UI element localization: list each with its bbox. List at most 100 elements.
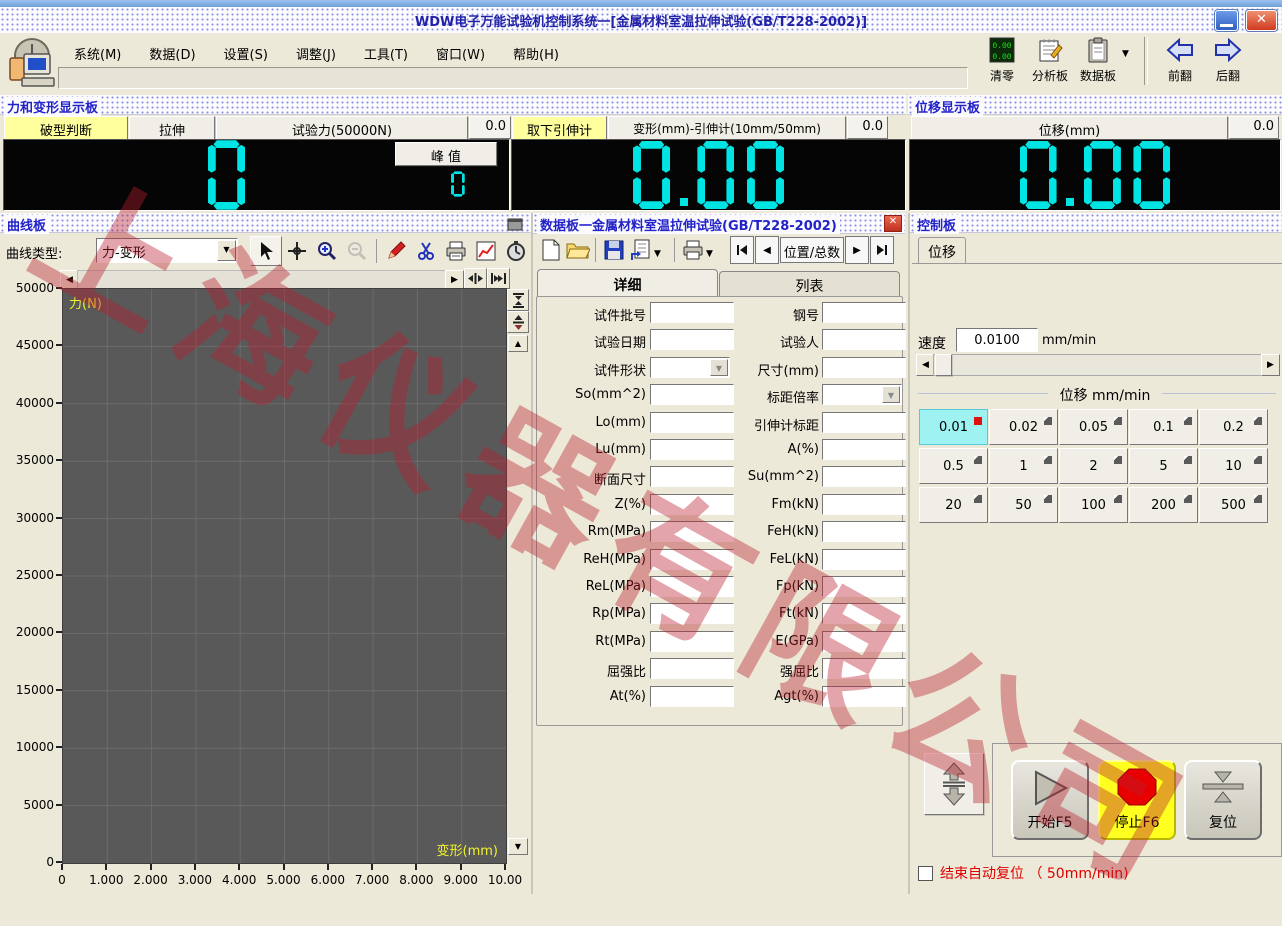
- chart-scroll-right-icon[interactable]: ▶: [445, 270, 464, 289]
- nav-next-icon[interactable]: ▶: [845, 236, 869, 264]
- menu-item-0[interactable]: 系统(M): [60, 41, 135, 63]
- speed-slider-track[interactable]: [933, 354, 1263, 376]
- toolbar-button-2[interactable]: 数据板: [1074, 35, 1122, 84]
- speed-button-5[interactable]: 5: [1129, 448, 1198, 484]
- tab-list[interactable]: 列表: [719, 271, 900, 296]
- zoom-out-icon[interactable]: [342, 237, 372, 265]
- chevron-down-icon[interactable]: ▼: [217, 240, 236, 261]
- reset-button[interactable]: 复位: [1184, 760, 1262, 840]
- menu-item-4[interactable]: 工具(T): [350, 41, 422, 63]
- x-tick-mark: [238, 864, 241, 870]
- field-input-Fp(kN)[interactable]: [822, 576, 906, 597]
- toolbar-dropdown-icon[interactable]: ▼: [1122, 35, 1138, 59]
- new-file-icon[interactable]: [537, 237, 564, 263]
- chart-scroll-up-icon[interactable]: ▲: [508, 335, 528, 352]
- speed-button-100[interactable]: 100: [1059, 487, 1128, 523]
- x-tick-label: 0: [58, 873, 66, 887]
- field-input-试验人[interactable]: [822, 329, 906, 351]
- x-tick-mark: [459, 864, 462, 870]
- tensile-mode-button[interactable]: 拉伸: [129, 116, 215, 141]
- field-input-FeL(kN)[interactable]: [822, 548, 906, 570]
- start-button[interactable]: 开始F5: [1011, 760, 1089, 840]
- crosshair-tool-icon[interactable]: [282, 237, 312, 265]
- minimize-button[interactable]: [1215, 10, 1238, 31]
- timer-icon[interactable]: [501, 237, 531, 265]
- autoscale-y-icon[interactable]: [507, 311, 529, 333]
- field-input-尺寸(mm)[interactable]: [822, 356, 906, 378]
- data-print-icon[interactable]: [679, 237, 706, 263]
- chart-plot-area[interactable]: 力(N) 变形(mm): [62, 288, 507, 864]
- chevron-down-icon[interactable]: ▼: [882, 386, 900, 404]
- speed-button-50[interactable]: 50: [989, 487, 1058, 523]
- speed-button-0.5[interactable]: 0.5: [919, 448, 988, 484]
- toolbar-nav-0[interactable]: 前翻: [1156, 35, 1204, 84]
- zoom-in-icon[interactable]: [312, 237, 342, 265]
- speed-button-20[interactable]: 20: [919, 487, 988, 523]
- tab-displacement[interactable]: 位移: [918, 237, 966, 264]
- break-judge-button[interactable]: 破型判断: [4, 116, 128, 141]
- field-input-E(GPa)[interactable]: [822, 630, 906, 652]
- export-report-icon[interactable]: [627, 237, 654, 263]
- field-input-Ft(kN)[interactable]: [822, 603, 906, 625]
- restore-window-icon[interactable]: [507, 216, 523, 235]
- speed-button-500[interactable]: 500: [1199, 487, 1268, 523]
- export-dropdown-icon[interactable]: ▼: [654, 241, 670, 259]
- data-panel-close-icon[interactable]: ✕: [884, 215, 902, 232]
- toolbar-button-0[interactable]: 0.00 0.00 清零: [978, 35, 1026, 84]
- speed-button-2[interactable]: 2: [1059, 448, 1128, 484]
- curve-chart-icon[interactable]: [471, 237, 501, 265]
- chart-hscroll-track[interactable]: [77, 270, 447, 289]
- speed-button-0.02[interactable]: 0.02: [989, 409, 1058, 445]
- field-select-标距倍率[interactable]: ▼: [822, 384, 902, 406]
- pen-tool-icon[interactable]: [381, 237, 411, 265]
- menu-item-5[interactable]: 窗口(W): [422, 41, 499, 63]
- compress-x-icon[interactable]: [464, 268, 487, 289]
- jog-updown-button[interactable]: [924, 753, 984, 815]
- speed-button-0.05[interactable]: 0.05: [1059, 409, 1128, 445]
- speed-button-200[interactable]: 200: [1129, 487, 1198, 523]
- toolbar-nav-1[interactable]: 后翻: [1204, 35, 1252, 84]
- field-input-Su(mm^2)[interactable]: [822, 466, 906, 488]
- field-input-Fm(kN)[interactable]: [822, 493, 906, 515]
- remove-extensometer-button[interactable]: 取下引伸计: [512, 116, 607, 141]
- nav-prev-icon[interactable]: ◀: [755, 236, 779, 264]
- field-input-A(%)[interactable]: [822, 439, 906, 460]
- peak-button[interactable]: 峰 值: [395, 142, 497, 166]
- print-icon[interactable]: [441, 237, 471, 265]
- field-input-强屈比[interactable]: [822, 658, 906, 680]
- cursor-tool-icon[interactable]: [250, 236, 282, 266]
- field-input-钢号[interactable]: [822, 302, 906, 323]
- curve-type-dropdown[interactable]: 力-变形 ▼: [96, 238, 238, 263]
- slider-right-icon[interactable]: ▶: [1261, 354, 1280, 376]
- field-input-Agt(%)[interactable]: [822, 685, 906, 707]
- seg-decimal-point: [1066, 197, 1075, 206]
- compress-y-icon[interactable]: [507, 289, 529, 311]
- tab-detail[interactable]: 详细: [537, 269, 718, 296]
- auto-reset-checkbox[interactable]: [918, 865, 933, 881]
- menu-item-2[interactable]: 设置(S): [210, 41, 282, 63]
- field-input-引伸计标距[interactable]: [822, 411, 906, 433]
- open-folder-icon[interactable]: [564, 237, 591, 263]
- speed-button-10[interactable]: 10: [1199, 448, 1268, 484]
- menu-item-3[interactable]: 调整(J): [282, 41, 350, 63]
- menu-item-6[interactable]: 帮助(H): [499, 41, 573, 63]
- speed-button-0.2[interactable]: 0.2: [1199, 409, 1268, 445]
- close-button[interactable]: [1246, 10, 1277, 31]
- speed-input[interactable]: [956, 328, 1038, 352]
- speed-button-0.01[interactable]: 0.01: [919, 409, 988, 445]
- speed-button-1[interactable]: 1: [989, 448, 1058, 484]
- nav-last-icon[interactable]: [870, 236, 894, 264]
- menu-item-1[interactable]: 数据(D): [135, 41, 209, 63]
- speed-slider-thumb[interactable]: [935, 354, 952, 376]
- expand-x-icon[interactable]: [487, 268, 510, 289]
- save-icon[interactable]: [600, 237, 627, 263]
- field-input-FeH(kN)[interactable]: [822, 521, 906, 543]
- print-dropdown-icon[interactable]: ▼: [706, 241, 722, 259]
- stop-button[interactable]: 停止F6: [1098, 760, 1176, 840]
- speed-button-0.1[interactable]: 0.1: [1129, 409, 1198, 445]
- scissors-icon[interactable]: [411, 237, 441, 265]
- nav-first-icon[interactable]: [730, 236, 754, 264]
- force-panel-title: 力和变形显示板: [4, 97, 102, 116]
- chart-scroll-down-icon[interactable]: ▼: [508, 838, 528, 855]
- toolbar-button-1[interactable]: 分析板: [1026, 35, 1074, 84]
